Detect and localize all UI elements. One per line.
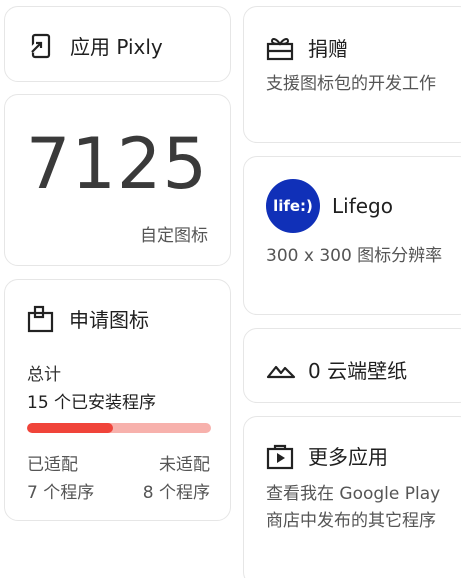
lifego-logo: life:) xyxy=(266,179,320,233)
request-card[interactable]: 申请图标 总计 15 个已安装程序 已适配 7 个程序 未适配 8 个程序 xyxy=(4,279,231,521)
landscape-icon xyxy=(266,360,296,380)
lifego-description: 300 x 300 图标分辨率 xyxy=(266,246,443,266)
gift-icon xyxy=(266,35,294,61)
icon-count-caption: 自定图标 xyxy=(140,226,208,246)
donate-description: 支援图标包的开发工作 xyxy=(266,74,436,94)
wallpapers-title: 0 云端壁纸 xyxy=(308,359,408,383)
themed-label: 已适配 xyxy=(27,455,78,475)
more-apps-description: 查看我在 Google Play 商店中发布的其它程序 xyxy=(266,484,441,531)
donate-title: 捐赠 xyxy=(308,37,348,61)
open-in-app-icon xyxy=(29,32,53,60)
unthemed-label: 未适配 xyxy=(159,455,210,475)
app-title: 应用 Pixly xyxy=(70,35,163,59)
wallpapers-card[interactable]: 0 云端壁纸 xyxy=(243,328,461,403)
play-store-icon xyxy=(266,442,294,470)
icon-count: 7125 xyxy=(25,123,208,205)
app-card[interactable]: 应用 Pixly xyxy=(4,6,231,82)
themed-progress-bar xyxy=(27,423,211,433)
lifego-card[interactable]: life:) Lifego 300 x 300 图标分辨率 xyxy=(243,156,461,315)
themed-progress-fill xyxy=(27,423,113,433)
more-apps-card[interactable]: 更多应用 查看我在 Google Play 商店中发布的其它程序 xyxy=(243,416,461,578)
total-label: 总计 xyxy=(27,365,61,385)
more-apps-title: 更多应用 xyxy=(308,445,388,469)
donate-card[interactable]: 捐赠 支援图标包的开发工作 xyxy=(243,6,461,143)
lifego-title: Lifego xyxy=(332,194,393,218)
themed-value: 7 个程序 xyxy=(27,483,95,503)
total-value: 15 个已安装程序 xyxy=(27,393,157,413)
unthemed-value: 8 个程序 xyxy=(142,483,210,503)
request-title: 申请图标 xyxy=(69,308,149,332)
lifego-logo-text: life:) xyxy=(273,197,313,215)
icons-card[interactable]: 7125 自定图标 xyxy=(4,94,231,266)
request-icon xyxy=(27,305,55,333)
